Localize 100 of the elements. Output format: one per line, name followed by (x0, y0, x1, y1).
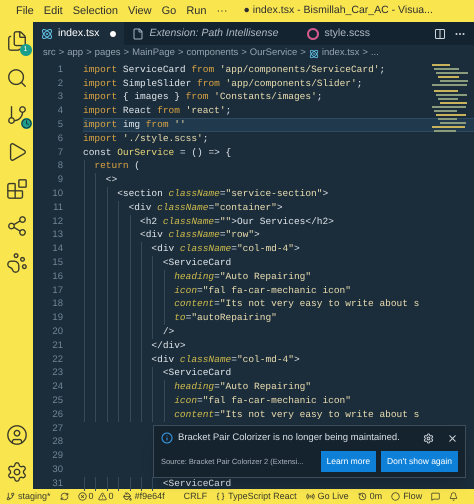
breadcrumb-separator: > (86, 46, 92, 60)
extensions-icon[interactable] (6, 178, 28, 200)
line-number: 22 (51, 352, 63, 367)
code-line: import './style.scss'; (83, 132, 208, 146)
explorer-icon[interactable] (6, 30, 28, 52)
code-line: const OurService = () => { (83, 146, 232, 160)
notification-message: Bracket Pair Colorizer is no longer being maintained. (178, 431, 400, 445)
window-title: ● index.tsx - Bismillah_Car_AC - Visua... (244, 3, 433, 18)
menu-item[interactable]: Edit (44, 2, 63, 20)
go-live[interactable]: Go Live (318, 490, 349, 504)
breadcrumb-separator: > (58, 46, 64, 60)
circle-icon (391, 492, 400, 501)
notification-button[interactable]: Don't show again (381, 451, 458, 472)
feedback-icon[interactable] (431, 492, 440, 501)
line-number: 20 (51, 324, 63, 339)
language-mode[interactable]: TypeScript React (228, 490, 297, 504)
line-number: 31 (51, 476, 63, 491)
breadcrumb-item[interactable]: components (186, 46, 238, 61)
braces-icon (216, 492, 226, 501)
live-share-icon[interactable] (6, 215, 28, 237)
line-number: 28 (51, 435, 63, 450)
code-line: content="Its not very easy to write about s (173, 408, 420, 422)
line-number: 30 (51, 462, 63, 477)
color-code[interactable]: #f9e64f (134, 490, 165, 504)
line-number: 3 (56, 90, 63, 104)
line-number: 21 (51, 338, 63, 353)
code-line: return ( (93, 159, 140, 174)
breadcrumb-separator: > (362, 46, 368, 60)
line-number: 5 (56, 118, 63, 132)
editor-tab[interactable]: index.tsx (33, 22, 124, 45)
code-line: <div className="col-md-4"> (150, 352, 300, 367)
editor-tab[interactable]: style.scss (299, 22, 391, 45)
line-number: 25 (51, 394, 63, 408)
line-number: 16 (51, 270, 63, 284)
breadcrumb-item[interactable]: OurService (250, 46, 298, 61)
line-number: 27 (51, 422, 63, 436)
menu-item[interactable]: Selection (72, 2, 118, 20)
menu-item[interactable]: Go (162, 2, 176, 20)
menu-item[interactable]: View (128, 2, 152, 20)
close-icon[interactable] (447, 432, 458, 444)
line-number: 9 (56, 173, 63, 188)
sync-icon[interactable] (60, 492, 69, 501)
line-number: 1 (56, 62, 63, 77)
line-number: 23 (51, 366, 63, 380)
branch-icon (6, 492, 15, 501)
code-line: <div className="row"> (139, 228, 260, 242)
line-number: 26 (51, 408, 63, 422)
paw-icon[interactable] (6, 252, 28, 274)
menu-item[interactable]: File (16, 2, 34, 20)
breadcrumb-separator: > (124, 46, 130, 60)
warning-count[interactable]: 0 (108, 490, 114, 504)
settings-icon[interactable] (423, 432, 434, 444)
menu-item[interactable]: ··· (216, 2, 228, 20)
menu-item[interactable]: Run (186, 2, 206, 20)
line-ending[interactable]: CRLF (184, 490, 208, 504)
code-line: <div className="col-md-4"> (150, 242, 300, 256)
code-line: icon="fal fa-car-mechanic icon" (173, 394, 351, 408)
breadcrumb-item[interactable]: index.tsx (322, 46, 360, 61)
account-icon[interactable] (6, 424, 28, 446)
breadcrumb-item[interactable]: src (43, 46, 56, 61)
code-line: import { images } from 'Constants/images'; (83, 90, 322, 104)
code-line: heading="Auto Repairing" (173, 270, 312, 284)
paint-bucket-icon (122, 492, 132, 501)
breadcrumb-item[interactable]: MainPage (132, 46, 175, 61)
source-control-icon[interactable] (6, 104, 28, 126)
split-editor-icon[interactable] (434, 28, 446, 40)
breadcrumb-item[interactable]: app (67, 46, 84, 61)
settings-icon[interactable] (6, 461, 28, 483)
line-number: 12 (51, 214, 63, 229)
timer[interactable]: 0m (370, 490, 382, 504)
error-count[interactable]: 0 (88, 490, 94, 504)
document-icon (132, 28, 144, 40)
line-number: 29 (51, 449, 63, 464)
code-line: <ServiceCard (162, 366, 232, 380)
code-line: /> (162, 324, 174, 339)
breadcrumb-item[interactable]: ... (370, 46, 379, 61)
code-line: heading="Auto Repairing" (173, 380, 312, 394)
warning-icon (98, 492, 107, 501)
clock-badge-icon (20, 118, 32, 129)
code-line: icon="fal fa-car-mechanic icon" (173, 284, 351, 298)
code-line: <> (104, 173, 118, 188)
line-number: 6 (56, 132, 63, 146)
code-line: import ServiceCard from 'app/components/ServiceCard'; (83, 62, 386, 77)
line-number: 7 (56, 146, 63, 160)
code-line: <div className="container"> (128, 200, 283, 215)
branch-name[interactable]: staging* (18, 490, 51, 504)
editor-tab[interactable]: Extension: Path Intellisense (124, 22, 300, 45)
react-icon (308, 48, 319, 58)
line-number: 2 (56, 76, 63, 91)
search-icon[interactable] (6, 67, 28, 89)
line-number: 11 (52, 200, 63, 215)
code-line: import img from '' (83, 118, 186, 132)
flow[interactable]: Flow (403, 490, 422, 504)
notifications-icon[interactable] (449, 492, 458, 501)
code-line: <ServiceCard (162, 256, 232, 270)
code-line: <ServiceCard (162, 476, 232, 491)
code-line: import React from 'react'; (83, 104, 232, 118)
notification-button[interactable]: Learn more (320, 451, 376, 472)
error-icon (78, 492, 87, 501)
breadcrumb-item[interactable]: pages (94, 46, 121, 61)
